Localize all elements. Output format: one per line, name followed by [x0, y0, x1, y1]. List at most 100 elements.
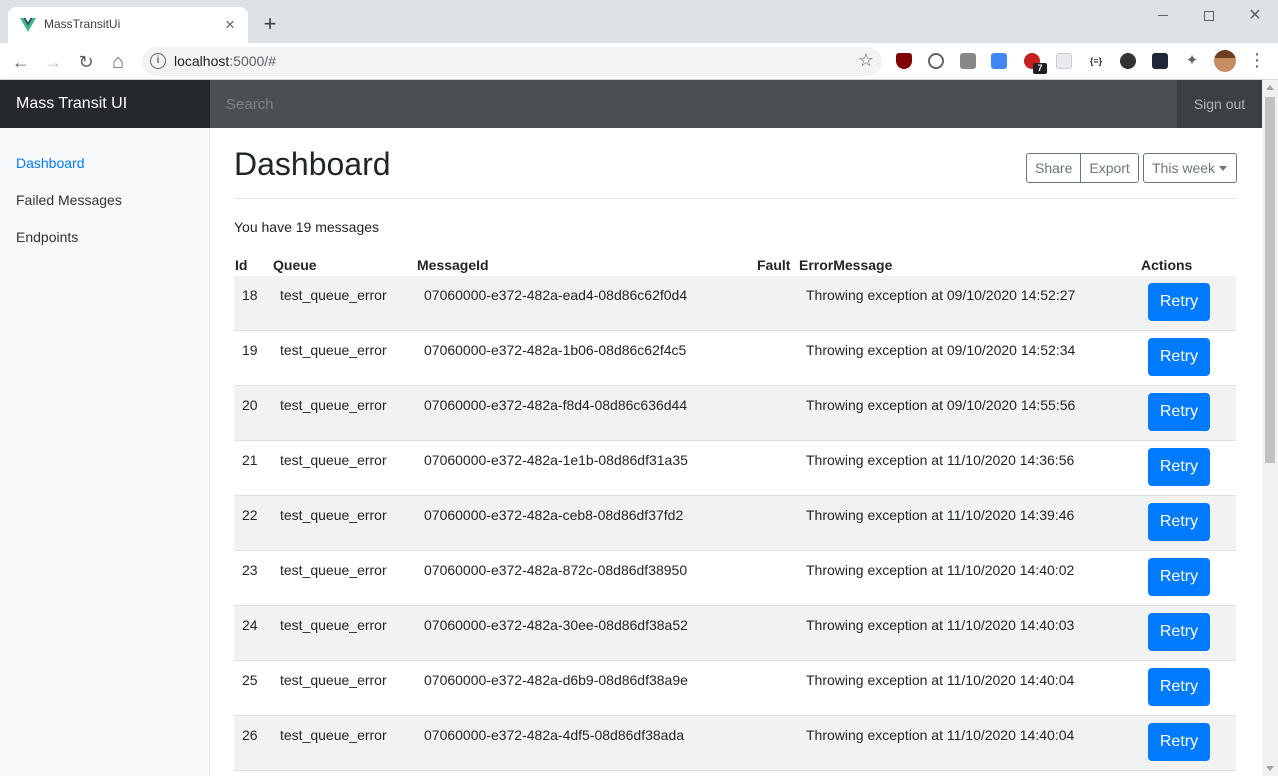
css-extension-icon[interactable]	[960, 53, 976, 69]
browser-toolbar: ← → ↻ ⌂ i localhost:5000/# ☆ {≡} ✦	[0, 43, 1278, 80]
search-input[interactable]	[210, 80, 1177, 128]
table-row: 20 test_queue_error 07060000-e372-482a-f8d…	[234, 386, 1236, 441]
window-close-icon[interactable]: ✕	[1232, 4, 1278, 28]
cell-error-message: Throwing exception at 11/10/2020 14:40:0…	[806, 672, 1075, 688]
cell-id: 24	[242, 617, 258, 633]
cell-error-message: Throwing exception at 11/10/2020 14:39:4…	[806, 507, 1075, 523]
cell-queue: test_queue_error	[280, 562, 387, 578]
cell-queue: test_queue_error	[280, 727, 387, 743]
cell-queue: test_queue_error	[280, 617, 387, 633]
cell-message-id: 07060000-e372-482a-4df5-08d86df38ada	[424, 727, 685, 743]
retry-button[interactable]: Retry	[1148, 558, 1210, 596]
cell-message-id: 07060000-e372-482a-ead4-08d86c62f0d4	[424, 287, 688, 303]
message-count: You have 19 messages	[234, 219, 380, 235]
cell-error-message: Throwing exception at 11/10/2020 14:40:0…	[806, 562, 1075, 578]
period-dropdown-label: This week	[1152, 160, 1216, 176]
ublock-extension-icon[interactable]	[896, 53, 912, 69]
table-row: 26 test_queue_error 07060000-e372-482a-4df…	[234, 716, 1236, 771]
cell-message-id: 07060000-e372-482a-872c-08d86df38950	[424, 562, 688, 578]
retry-button[interactable]: Retry	[1148, 448, 1210, 486]
column-header-queue: Queue	[273, 257, 317, 273]
top-navbar: Mass Transit UI Sign out	[0, 80, 1262, 128]
sidebar-item-failed-messages[interactable]: Failed Messages	[16, 192, 122, 208]
retry-button[interactable]: Retry	[1148, 723, 1210, 761]
extension-badge: 7	[1033, 63, 1047, 74]
forward-icon[interactable]: →	[40, 49, 66, 75]
table-row: 21 test_queue_error 07060000-e372-482a-1e1…	[234, 441, 1236, 496]
bookmark-star-icon[interactable]: ☆	[858, 50, 874, 71]
cell-queue: test_queue_error	[280, 452, 387, 468]
cell-id: 23	[242, 562, 258, 578]
cell-error-message: Throwing exception at 09/10/2020 14:52:2…	[806, 287, 1076, 303]
column-header-error-message: ErrorMessage	[799, 257, 893, 273]
cell-id: 22	[242, 507, 258, 523]
cell-error-message: Throwing exception at 09/10/2020 14:55:5…	[806, 397, 1076, 413]
tab-title: MassTransitUi	[44, 17, 121, 31]
url-path: :5000/#	[229, 53, 276, 69]
new-tab-icon[interactable]: +	[258, 12, 282, 36]
cell-id: 18	[242, 287, 258, 303]
cell-error-message: Throwing exception at 09/10/2020 14:52:3…	[806, 342, 1076, 358]
scroll-thumb[interactable]	[1265, 97, 1275, 463]
translate-extension-icon[interactable]	[991, 53, 1007, 69]
divider	[234, 198, 1237, 199]
brand[interactable]: Mass Transit UI	[0, 80, 210, 128]
column-header-message-id: MessageId	[417, 257, 489, 273]
retry-button[interactable]: Retry	[1148, 503, 1210, 541]
extensions-puzzle-icon[interactable]: ✦	[1184, 53, 1200, 69]
cell-id: 19	[242, 342, 258, 358]
retry-button[interactable]: Retry	[1148, 668, 1210, 706]
cell-id: 25	[242, 672, 258, 688]
address-bar[interactable]: i localhost:5000/# ☆	[142, 47, 882, 76]
retry-button[interactable]: Retry	[1148, 283, 1210, 321]
json-extension-icon[interactable]: {≡}	[1088, 53, 1104, 69]
back-icon[interactable]: ←	[8, 49, 34, 75]
cell-id: 20	[242, 397, 258, 413]
sidebar-item-dashboard[interactable]: Dashboard	[16, 155, 85, 171]
scroll-down-icon[interactable]	[1266, 766, 1274, 771]
cell-queue: test_queue_error	[280, 672, 387, 688]
profile-avatar[interactable]	[1214, 50, 1236, 72]
retry-button[interactable]: Retry	[1148, 338, 1210, 376]
tab-close-icon[interactable]: ×	[220, 15, 240, 35]
sign-out-link[interactable]: Sign out	[1177, 80, 1262, 128]
browser-menu-icon[interactable]: ⋮	[1248, 49, 1266, 73]
placeholder-extension-icon[interactable]	[1056, 53, 1072, 69]
minimize-icon[interactable]	[1140, 4, 1186, 28]
table-row: 19 test_queue_error 07060000-e372-482a-1b0…	[234, 331, 1236, 386]
cell-message-id: 07060000-e372-482a-ceb8-08d86df37fd2	[424, 507, 684, 523]
sidebar: Dashboard Failed Messages Endpoints	[0, 128, 210, 776]
period-dropdown[interactable]: This week	[1143, 153, 1237, 183]
column-header-actions: Actions	[1141, 257, 1193, 273]
table-row: 24 test_queue_error 07060000-e372-482a-30e…	[234, 606, 1236, 661]
table-row: 25 test_queue_error 07060000-e372-482a-d6b…	[234, 661, 1236, 716]
maximize-icon[interactable]	[1186, 4, 1232, 28]
devtools-extension-icon[interactable]	[1152, 53, 1168, 69]
caret-down-icon	[1219, 166, 1227, 171]
scroll-up-icon[interactable]	[1266, 85, 1274, 90]
retry-button[interactable]: Retry	[1148, 393, 1210, 431]
cell-message-id: 07060000-e372-482a-1e1b-08d86df31a35	[424, 452, 688, 468]
home-icon[interactable]: ⌂	[105, 49, 131, 75]
retry-button[interactable]: Retry	[1148, 613, 1210, 651]
export-button[interactable]: Export	[1080, 153, 1139, 183]
sidebar-item-endpoints[interactable]: Endpoints	[16, 229, 78, 245]
dark-mode-extension-icon[interactable]	[1120, 53, 1136, 69]
column-header-fault: Fault	[757, 257, 791, 273]
share-export-group: Share Export	[1026, 153, 1139, 183]
browser-tab[interactable]: MassTransitUi ×	[8, 7, 248, 43]
page-scrollbar[interactable]	[1262, 80, 1278, 776]
cell-error-message: Throwing exception at 11/10/2020 14:40:0…	[806, 617, 1075, 633]
table-row: 18 test_queue_error 07060000-e372-482a-ead…	[234, 276, 1236, 331]
crosshair-extension-icon[interactable]	[928, 53, 944, 69]
cell-message-id: 07060000-e372-482a-d6b9-08d86df38a9e	[424, 672, 688, 688]
share-button[interactable]: Share	[1026, 153, 1082, 183]
site-info-icon[interactable]: i	[150, 53, 166, 69]
cell-id: 26	[242, 727, 258, 743]
cell-error-message: Throwing exception at 11/10/2020 14:36:5…	[806, 452, 1075, 468]
cell-queue: test_queue_error	[280, 287, 387, 303]
url-text[interactable]: localhost:5000/#	[174, 53, 276, 69]
reload-icon[interactable]: ↻	[73, 49, 99, 75]
cell-queue: test_queue_error	[280, 342, 387, 358]
cell-message-id: 07060000-e372-482a-1b06-08d86c62f4c5	[424, 342, 687, 358]
